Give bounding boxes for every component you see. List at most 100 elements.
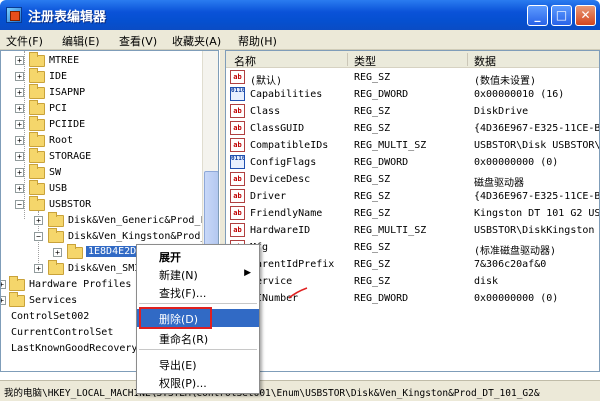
value-data: Kingston DT 101 G2 US [474,208,600,219]
expand-toggle[interactable]: + [1,296,6,305]
expand-toggle[interactable]: + [15,72,24,81]
collapse-toggle[interactable]: − [34,232,43,241]
highlight-box [139,307,212,329]
annotation-mark [288,287,308,299]
tree-item-label[interactable]: Hardware Profiles [29,279,131,290]
value-row[interactable]: ab ClassGUID REG_SZ {4D36E967-E325-11CE-… [226,120,599,137]
tree-item-label[interactable]: STORAGE [49,151,91,162]
folder-icon [9,276,25,291]
value-row[interactable]: ab Driver REG_SZ {4D36E967-E325-11CE-B [226,188,600,205]
tree-item-label[interactable]: MTREE [49,55,79,66]
maximize-button[interactable]: □ [551,5,572,26]
value-row[interactable]: ab (默认) REG_SZ (数值未设置) [226,69,599,87]
expand-toggle[interactable]: + [34,216,43,225]
tree-item-label[interactable]: Disk&Ven_Kingston&Prod_DT [68,231,218,242]
column-separator[interactable] [467,53,468,66]
tree-item-label[interactable]: Services [29,295,77,306]
expand-toggle[interactable]: + [15,168,24,177]
folder-icon [48,260,64,275]
menu-view[interactable]: 查看(V) [119,33,157,49]
menu-favorites[interactable]: 收藏夹(A) [172,33,221,49]
value-data: DiskDrive [474,106,529,117]
column-header-type[interactable]: 类型 [354,53,376,69]
tree-item-label[interactable]: IDE [49,71,67,82]
value-type: REG_DWORD [354,89,409,100]
menu-separator [139,303,257,304]
expand-toggle[interactable]: + [15,184,24,193]
menu-edit[interactable]: 编辑(E) [62,33,100,49]
string-value-icon: ab [230,172,245,186]
value-type: REG_SZ [354,208,391,219]
tree-item-label[interactable]: Disk&Ven_Generic&Prod_Flash [68,215,218,226]
value-row[interactable]: ab ParentIdPrefix REG_SZ 7&306c20af&0 [226,256,599,273]
value-row[interactable]: 0110 UINumber REG_DWORD 0x00000000 (0) [226,290,599,307]
tree-item-label[interactable]: PCIIDE [49,119,85,130]
minimize-button[interactable]: _ [527,5,548,26]
close-button[interactable]: ✕ [575,5,596,26]
menu-item-rename[interactable]: 重命名(R) [137,329,259,347]
value-type: REG_DWORD [354,293,409,304]
value-row[interactable]: ab Class REG_SZ DiskDrive [226,103,599,120]
value-row[interactable]: ab FriendlyName REG_SZ Kingston DT 101 G… [226,205,600,222]
menu-item-new[interactable]: 新建(N) ▶ [137,265,259,283]
tree-item-label[interactable]: Disk&Ven_SMI [68,263,140,274]
tree-item-label[interactable]: PCI [49,103,67,114]
value-type: REG_SZ [354,242,391,253]
expand-toggle[interactable]: + [15,88,24,97]
value-row[interactable]: 0110 ConfigFlags REG_DWORD 0x00000000 (0… [226,154,599,171]
binary-value-icon: 0110 [230,87,245,101]
expand-toggle[interactable]: + [15,104,24,113]
tree-item-label[interactable]: SW [49,167,61,178]
expand-toggle[interactable]: + [1,280,6,289]
value-row[interactable]: ab Mfg REG_SZ (标准磁盘驱动器) [226,239,599,257]
value-type: REG_DWORD [354,157,409,168]
folder-icon [29,148,45,163]
value-row[interactable]: ab DeviceDesc REG_SZ 磁盘驱动器 [226,171,599,189]
expand-toggle[interactable]: + [15,120,24,129]
tree-item-label[interactable]: Root [49,135,73,146]
menu-item-expand[interactable]: 展开 [137,247,259,265]
tree-item-label[interactable]: CurrentControlSet [11,327,113,338]
value-data: 0x00000000 (0) [474,293,559,304]
expand-toggle[interactable]: + [15,152,24,161]
string-value-icon: ab [230,206,245,220]
tree-item-label[interactable]: ISAPNP [49,87,85,98]
tree-item-label[interactable]: ControlSet002 [11,311,89,322]
menu-item-permissions[interactable]: 权限(P)... [137,373,259,391]
collapse-toggle[interactable]: − [15,200,24,209]
value-type: REG_SZ [354,259,391,270]
value-data: 0x00000000 (0) [474,157,559,168]
values-list-pane[interactable]: 名称 类型 数据 ab (默认) REG_SZ (数值未设置) 0110 Cap… [225,50,600,372]
menu-help[interactable]: 帮助(H) [238,33,277,49]
value-type: REG_MULTI_SZ [354,140,427,151]
value-type: REG_MULTI_SZ [354,225,427,236]
tree-item-label[interactable]: USBSTOR [49,199,91,210]
column-header-name[interactable]: 名称 [234,53,256,69]
tree-item-label[interactable]: USB [49,183,67,194]
binary-value-icon: 0110 [230,155,245,169]
value-data: 0x00000010 (16) [474,89,565,100]
menu-item-export[interactable]: 导出(E) [137,355,259,373]
value-name: Mfg [250,242,346,253]
menu-file[interactable]: 文件(F) [6,33,43,49]
value-row[interactable]: ab HardwareID REG_MULTI_SZ USBSTOR\DiskK… [226,222,599,239]
column-separator[interactable] [347,53,348,66]
value-name: Driver [250,191,287,202]
tree-item-label[interactable]: LastKnownGoodRecovery [11,343,137,354]
expand-toggle[interactable]: + [15,136,24,145]
menu-item-find[interactable]: 查找(F)... [137,283,259,301]
value-row[interactable]: ab Service REG_SZ disk [226,273,599,290]
value-type: REG_SZ [354,72,391,83]
value-row[interactable]: ab CompatibleIDs REG_MULTI_SZ USBSTOR\Di… [226,137,599,154]
string-value-icon: ab [230,70,245,84]
value-name: FriendlyName [250,208,323,219]
folder-icon [29,52,45,67]
string-value-icon: ab [230,189,245,203]
value-row[interactable]: 0110 Capabilities REG_DWORD 0x00000010 (… [226,86,599,103]
expand-toggle[interactable]: + [34,264,43,273]
expand-toggle[interactable]: + [53,248,62,257]
value-data: {4D36E967-E325-11CE-B [474,191,600,202]
value-data: (数值未设置) [474,76,537,87]
column-header-data[interactable]: 数据 [474,53,496,69]
expand-toggle[interactable]: + [15,56,24,65]
